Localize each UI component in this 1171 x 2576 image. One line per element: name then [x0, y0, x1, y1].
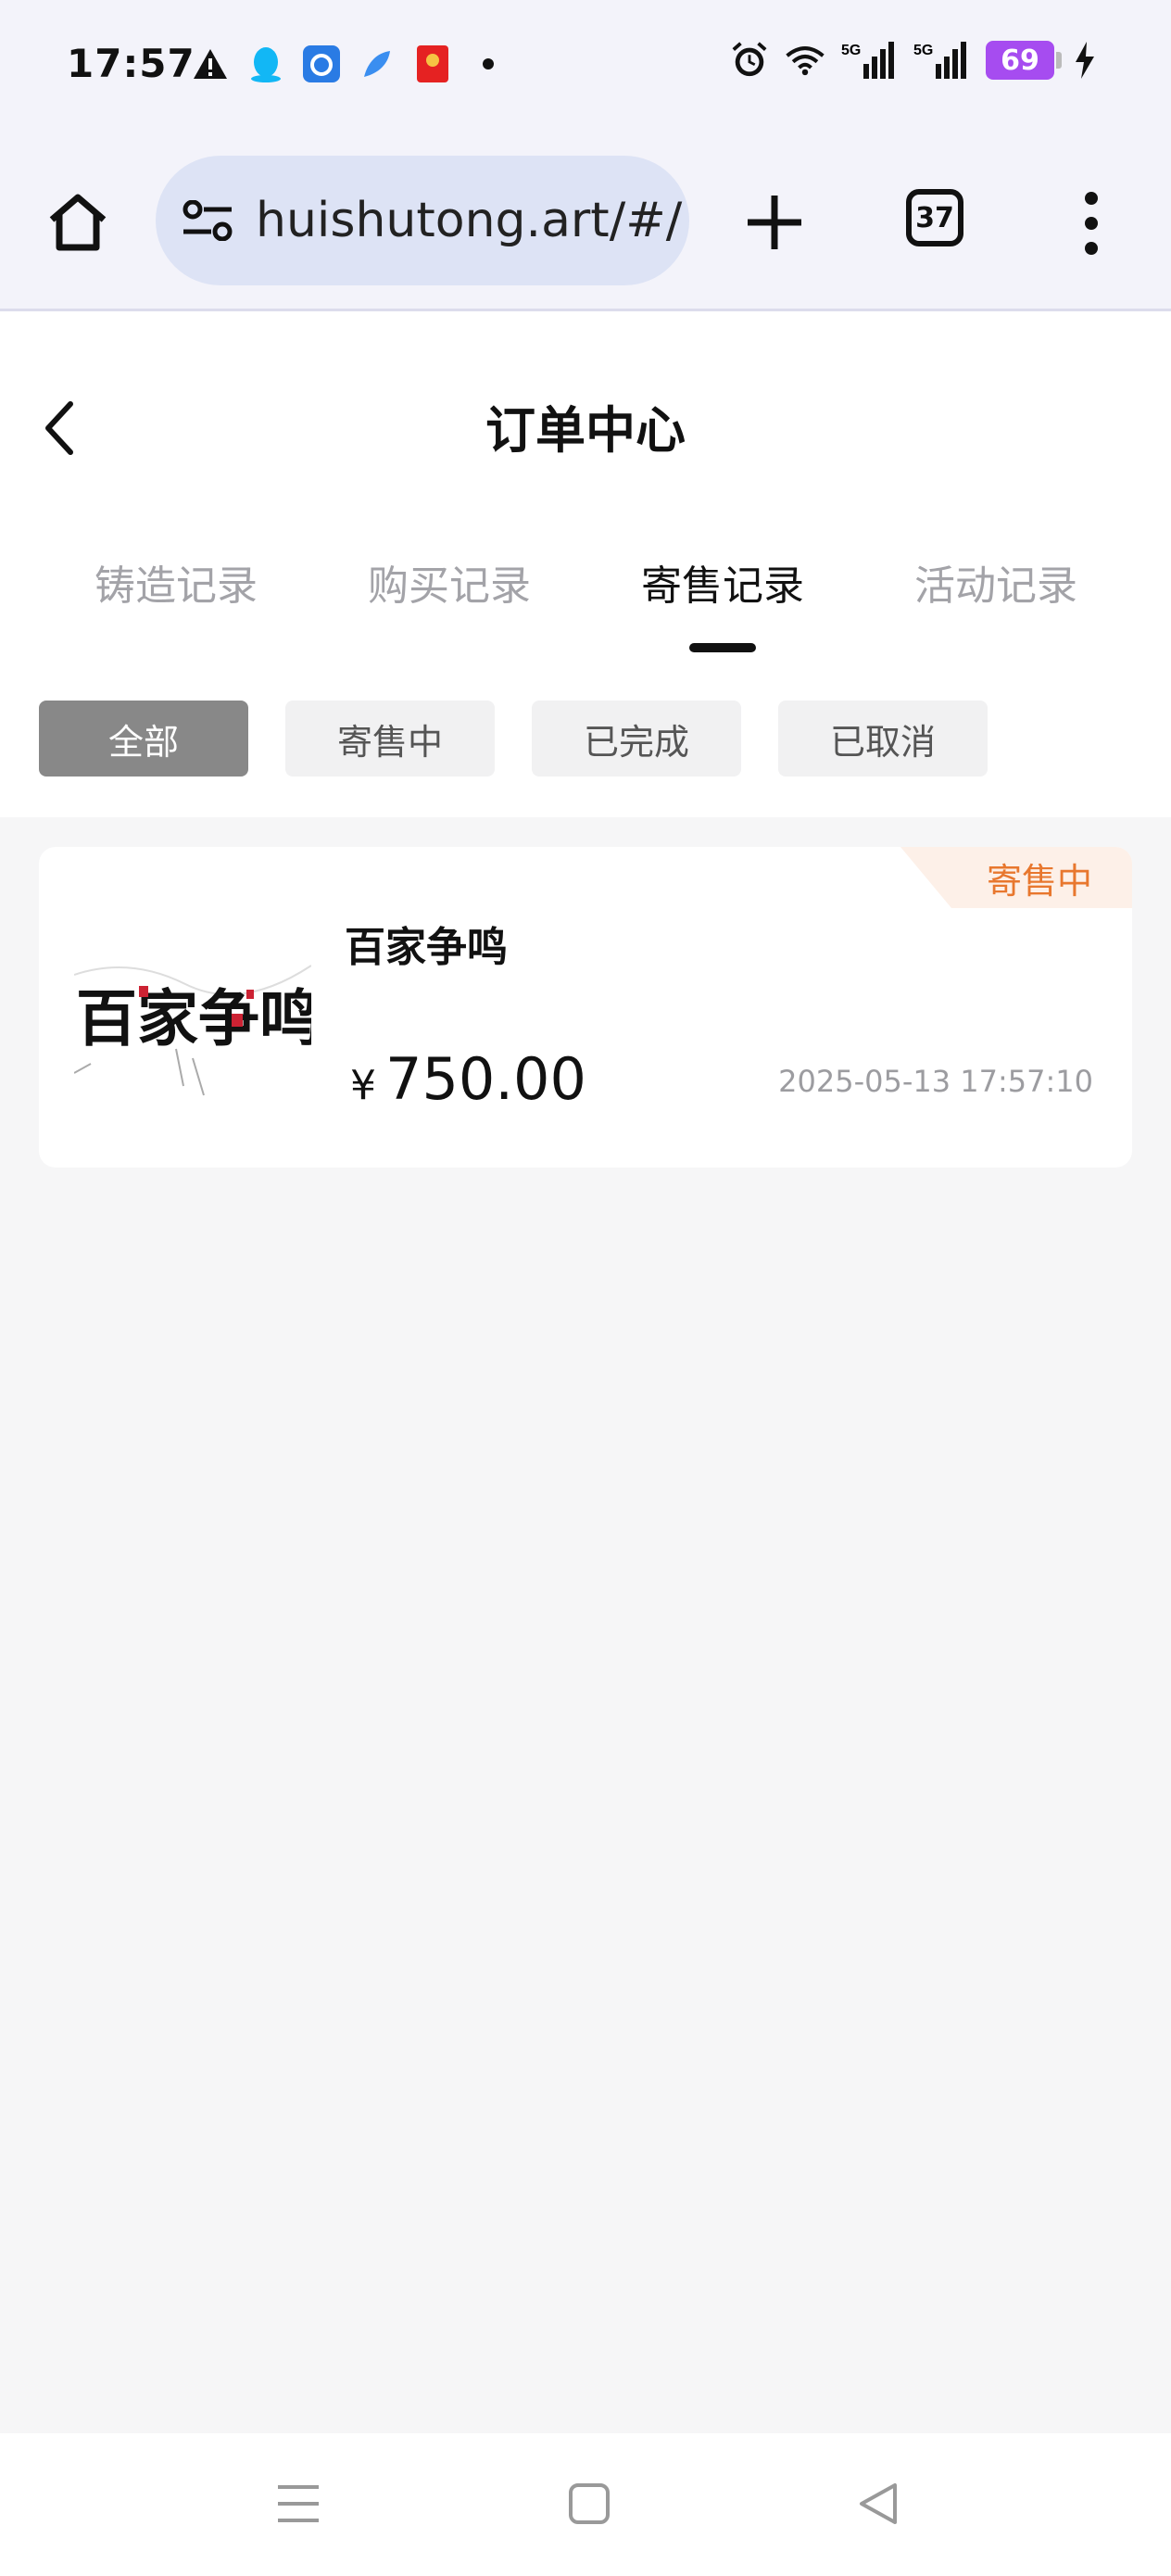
product-name: 百家争鸣 [345, 924, 508, 971]
more-vertical-icon [1085, 192, 1098, 255]
filter-cancelled[interactable]: 已取消 [778, 701, 988, 777]
signal-5g-icon: 5G [913, 41, 969, 80]
more-menu-button[interactable] [1065, 182, 1117, 265]
home-button[interactable] [41, 185, 115, 259]
alarm-icon [730, 41, 769, 80]
dot-icon [469, 44, 508, 83]
tab-purchase-records[interactable]: 购买记录 [329, 552, 570, 612]
warning-icon [191, 44, 230, 83]
site-settings-icon[interactable] [178, 191, 237, 250]
address-bar[interactable]: huishutong.art/#/ [156, 156, 689, 285]
price-value: 750.00 [385, 1045, 586, 1113]
tab-consignment-records[interactable]: 寄售记录 [602, 552, 843, 612]
filter-on-sale[interactable]: 寄售中 [285, 701, 495, 777]
svg-text:5G: 5G [841, 43, 861, 58]
red-packet-icon [413, 44, 452, 83]
qq-icon [246, 44, 285, 83]
filter-all[interactable]: 全部 [39, 701, 248, 777]
charging-icon [1071, 41, 1099, 80]
tab-activity-records[interactable]: 活动记录 [875, 552, 1116, 612]
wifi-icon [786, 41, 825, 80]
recents-button[interactable] [271, 2476, 326, 2532]
filter-completed[interactable]: 已完成 [532, 701, 741, 777]
status-bar: 17:57 5G 5G 69 [0, 0, 1171, 139]
new-tab-button[interactable] [737, 185, 812, 259]
thumbnail-calligraphy: 百家争鸣 [76, 982, 311, 1054]
svg-text:5G: 5G [913, 43, 933, 58]
menu-icon [278, 2485, 319, 2522]
square-icon [569, 2483, 610, 2524]
order-card[interactable]: 寄售中 百家争鸣 百家争鸣 ¥750.00 2025-05-13 17:57:1… [39, 847, 1132, 1168]
currency-symbol: ¥ [350, 1062, 376, 1109]
triangle-back-icon [860, 2483, 897, 2524]
url-text: huishutong.art/#/ [256, 193, 683, 248]
home-icon [49, 194, 107, 251]
status-time: 17:57 [67, 41, 195, 86]
status-filters: 全部 寄售中 已完成 已取消 [39, 701, 988, 777]
signal-5g-icon: 5G [841, 41, 897, 80]
order-time: 2025-05-13 17:57:10 [778, 1064, 1093, 1099]
status-badge: 寄售中 [900, 847, 1132, 908]
tab-switcher-button[interactable]: 37 [906, 189, 963, 246]
record-tabs: 铸造记录 购买记录 寄售记录 活动记录 [0, 552, 1171, 636]
home-nav-button[interactable] [561, 2476, 617, 2532]
plus-icon [748, 196, 801, 249]
system-nav-bar [0, 2433, 1171, 2576]
page-header: 订单中心 铸造记录 购买记录 寄售记录 活动记录 全部 寄售中 已完成 已取消 [0, 311, 1171, 817]
browser-toolbar: huishutong.art/#/ 37 [0, 139, 1171, 311]
feather-icon [358, 44, 397, 83]
app-icon [302, 44, 341, 83]
active-tab-indicator [689, 643, 756, 652]
system-icons: 5G 5G 69 [730, 41, 1099, 80]
page-title: 订单中心 [485, 401, 686, 460]
tab-mint-records[interactable]: 铸造记录 [56, 552, 296, 612]
product-thumbnail: 百家争鸣 [74, 901, 311, 1138]
battery-indicator: 69 [986, 41, 1062, 80]
notification-icons [191, 44, 508, 83]
back-nav-button[interactable] [850, 2476, 906, 2532]
price: ¥750.00 [350, 1045, 586, 1113]
